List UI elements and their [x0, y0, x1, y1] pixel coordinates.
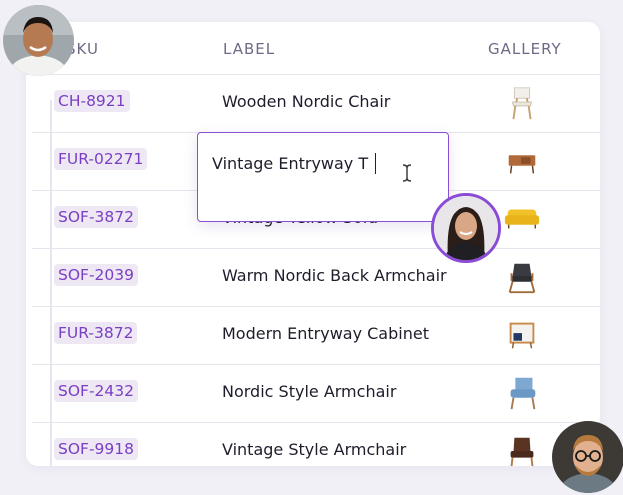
- gallery-column-header[interactable]: GALLERY: [488, 40, 562, 58]
- cell-edit-popover[interactable]: Vintage Entryway T: [197, 132, 449, 222]
- label-column-header[interactable]: LABEL: [223, 40, 275, 58]
- editing-collaborator-avatar[interactable]: [431, 193, 501, 263]
- collaborator-avatar[interactable]: [552, 421, 623, 493]
- wooden-sideboard-image[interactable]: [503, 142, 541, 180]
- dark-armchair-image[interactable]: [503, 258, 541, 296]
- table-row[interactable]: SOF-2432 Nordic Style Armchair: [32, 364, 600, 423]
- blue-armchair-image[interactable]: [503, 374, 541, 412]
- product-label[interactable]: Nordic Style Armchair: [222, 382, 396, 401]
- table-row[interactable]: CH-8921 Wooden Nordic Chair: [32, 74, 600, 133]
- product-table-card: SKU LABEL GALLERY CH-8921 Wooden Nordic …: [26, 22, 600, 466]
- text-caret: [375, 153, 376, 174]
- table-header: SKU LABEL GALLERY: [26, 22, 600, 75]
- product-label[interactable]: Wooden Nordic Chair: [222, 92, 390, 111]
- table-row[interactable]: SOF-2039 Warm Nordic Back Armchair: [32, 248, 600, 307]
- sku-badge[interactable]: FUR-3872: [54, 322, 138, 344]
- man-smiling-avatar-image: [3, 5, 74, 76]
- sku-badge[interactable]: CH-8921: [54, 90, 130, 112]
- white-wooden-chair-image[interactable]: [503, 84, 541, 122]
- brown-armchair-image[interactable]: [503, 432, 541, 466]
- yellow-sofa-image[interactable]: [503, 200, 541, 238]
- collaborator-avatar[interactable]: [3, 5, 74, 76]
- text-cursor-icon: [402, 164, 412, 182]
- product-label[interactable]: Warm Nordic Back Armchair: [222, 266, 447, 285]
- sku-badge[interactable]: SOF-3872: [54, 206, 138, 228]
- table-row[interactable]: SOF-9918 Vintage Style Armchair: [32, 422, 600, 466]
- label-edit-input[interactable]: Vintage Entryway T: [212, 154, 368, 173]
- table-row[interactable]: FUR-3872 Modern Entryway Cabinet: [32, 306, 600, 365]
- product-label[interactable]: Modern Entryway Cabinet: [222, 324, 429, 343]
- sku-badge[interactable]: SOF-2432: [54, 380, 138, 402]
- sku-badge[interactable]: SOF-9918: [54, 438, 138, 460]
- woman-avatar-image: [434, 196, 498, 260]
- product-label[interactable]: Vintage Style Armchair: [222, 440, 406, 459]
- sku-badge[interactable]: SOF-2039: [54, 264, 138, 286]
- man-glasses-avatar-image: [552, 421, 623, 493]
- entryway-cabinet-image[interactable]: [503, 316, 541, 354]
- sku-badge[interactable]: FUR-02271: [54, 148, 148, 170]
